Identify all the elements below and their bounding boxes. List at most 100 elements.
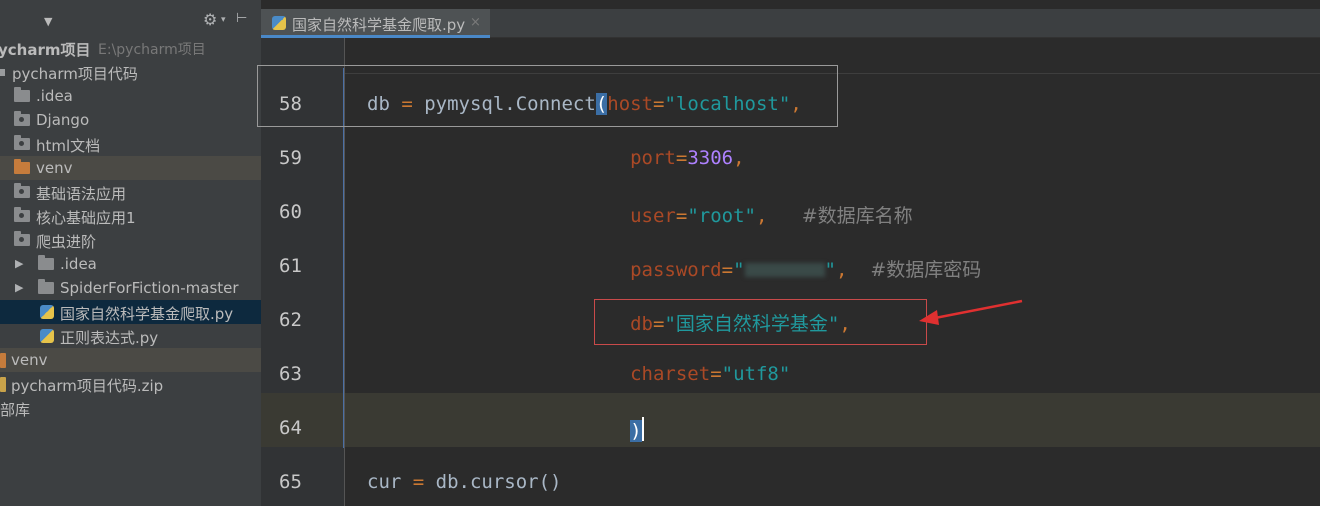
code-token: = — [675, 205, 688, 227]
code-token: , — [733, 147, 745, 169]
line-number: 59 — [279, 147, 302, 169]
folder-icon — [0, 69, 5, 76]
line-number: 65 — [279, 471, 302, 493]
redacted-password — [744, 263, 825, 277]
code-token: " — [824, 259, 836, 281]
code-token: "utf8" — [721, 363, 791, 385]
code-token: cur — [367, 471, 402, 493]
code-line-63: charset="utf8" — [367, 363, 790, 385]
tree-item-path: E:\pycharm项目 — [98, 42, 206, 58]
zip-file-icon — [0, 377, 6, 392]
code-line-65: cur = db.cursor() — [367, 471, 562, 493]
excluded-folder-icon — [14, 159, 30, 174]
code-token: = — [710, 363, 722, 385]
code-token: " — [733, 259, 745, 281]
code-token: 3306 — [687, 147, 734, 169]
code-editor[interactable]: 58 db = pymysql.Connect(host="localhost"… — [257, 38, 1320, 506]
code-token: db.cursor() — [435, 471, 562, 493]
chevron-right-icon[interactable]: ▶ — [15, 281, 23, 294]
package-folder-icon — [14, 207, 30, 222]
tree-item-idea[interactable]: .idea — [0, 84, 261, 108]
editor-tab-bar: 国家自然科学基金爬取.py × — [261, 9, 1320, 38]
collapse-all-icon[interactable]: ⊢ — [236, 11, 247, 26]
tree-item-venv-root[interactable]: venv — [0, 348, 261, 372]
tree-item-html-docs[interactable]: html文档 — [0, 132, 261, 156]
tree-item-regex-py[interactable]: 正则表达式.py — [0, 324, 261, 348]
tree-item-label: SpiderForFiction-master — [60, 279, 239, 297]
code-token: , — [755, 205, 768, 227]
tree-item-spiderforfiction[interactable]: ▶ SpiderForFiction-master — [0, 276, 261, 300]
code-token: charset — [630, 363, 711, 385]
code-token: "root" — [687, 205, 756, 227]
code-token: = — [675, 147, 688, 169]
gear-icon[interactable]: ⚙ — [203, 10, 217, 29]
code-token: password — [630, 259, 722, 281]
tree-item-label: pycharm项目代码 — [12, 65, 138, 83]
matched-paren: ) — [630, 420, 642, 442]
code-line-59: port=3306, — [367, 147, 745, 169]
code-comment: #数据库密码 — [870, 259, 982, 281]
close-icon[interactable]: × — [470, 15, 481, 30]
code-token: , — [835, 259, 848, 281]
chevron-right-icon[interactable]: ▶ — [15, 257, 23, 270]
line-number: 62 — [279, 309, 302, 331]
tree-item-label: 爬虫进阶 — [36, 233, 97, 251]
package-folder-icon — [14, 183, 30, 198]
tree-item-spider-advanced[interactable]: 爬虫进阶 — [0, 228, 261, 252]
package-folder-icon — [14, 231, 30, 246]
package-folder-icon — [14, 135, 30, 150]
python-file-icon — [40, 329, 54, 343]
tree-item-label: 国家自然科学基金爬取.py — [60, 305, 234, 323]
line-number: 61 — [279, 255, 302, 277]
code-line-64: ) — [367, 417, 644, 442]
tree-item-label: .idea — [60, 255, 97, 273]
tree-item-label: Django — [36, 111, 90, 129]
tree-item-label: venv — [11, 351, 48, 369]
tree-item-venv[interactable]: venv — [0, 156, 261, 180]
tree-item-core-basics[interactable]: 核心基础应用1 — [0, 204, 261, 228]
code-token: = — [401, 471, 436, 493]
gear-dropdown-icon[interactable]: ▾ — [221, 15, 226, 25]
line-number: 64 — [279, 417, 302, 439]
folder-icon — [38, 255, 54, 270]
tree-item-label: ycharm项目 — [0, 41, 91, 59]
tab-nsfc-spider-py[interactable]: 国家自然科学基金爬取.py × — [261, 9, 490, 38]
package-folder-icon — [14, 111, 30, 126]
tree-item-label: html文档 — [36, 137, 101, 155]
annotation-box-line-58 — [257, 65, 838, 127]
python-file-icon — [40, 305, 54, 319]
tree-item-pycharm-code[interactable]: pycharm项目代码 — [0, 60, 261, 84]
tree-item-nsfc-spider-py[interactable]: 国家自然科学基金爬取.py — [0, 300, 261, 324]
red-arrow-icon — [919, 299, 1023, 325]
folder-icon — [14, 87, 30, 102]
tree-item-label: pycharm项目代码.zip — [11, 377, 164, 395]
code-line-60: user="root", #数据库名称 — [367, 201, 913, 228]
gutter-current-line — [261, 393, 344, 447]
tree-item-zip[interactable]: pycharm项目代码.zip — [0, 372, 261, 396]
project-sidebar: ▼ ⚙ ▾ ⊢ ycharm项目 E:\pycharm项目 pycharm项目代… — [0, 0, 261, 506]
tree-item-project-root[interactable]: ycharm项目 E:\pycharm项目 — [0, 36, 261, 60]
tree-item-django[interactable]: Django — [0, 108, 261, 132]
annotation-box-line-62 — [594, 299, 927, 345]
tree-item-basic-syntax[interactable]: 基础语法应用 — [0, 180, 261, 204]
tree-item-label: venv — [36, 159, 73, 177]
tree-item-external-libs[interactable]: 部库 — [0, 396, 261, 420]
tree-item-label: 正则表达式.py — [60, 329, 159, 347]
tab-label: 国家自然科学基金爬取.py — [292, 16, 466, 34]
python-file-icon — [272, 16, 286, 30]
line-number: 60 — [279, 201, 302, 223]
tree-item-label: 基础语法应用 — [36, 185, 127, 203]
chevron-down-icon[interactable]: ▼ — [44, 15, 52, 28]
line-number: 63 — [279, 363, 302, 385]
code-comment: #数据库名称 — [801, 205, 913, 227]
folder-icon — [38, 279, 54, 294]
sidebar-header: ▼ ⚙ ▾ ⊢ — [0, 9, 261, 35]
tree-item-idea-nested[interactable]: ▶ .idea — [0, 252, 261, 276]
code-token: = — [721, 259, 734, 281]
